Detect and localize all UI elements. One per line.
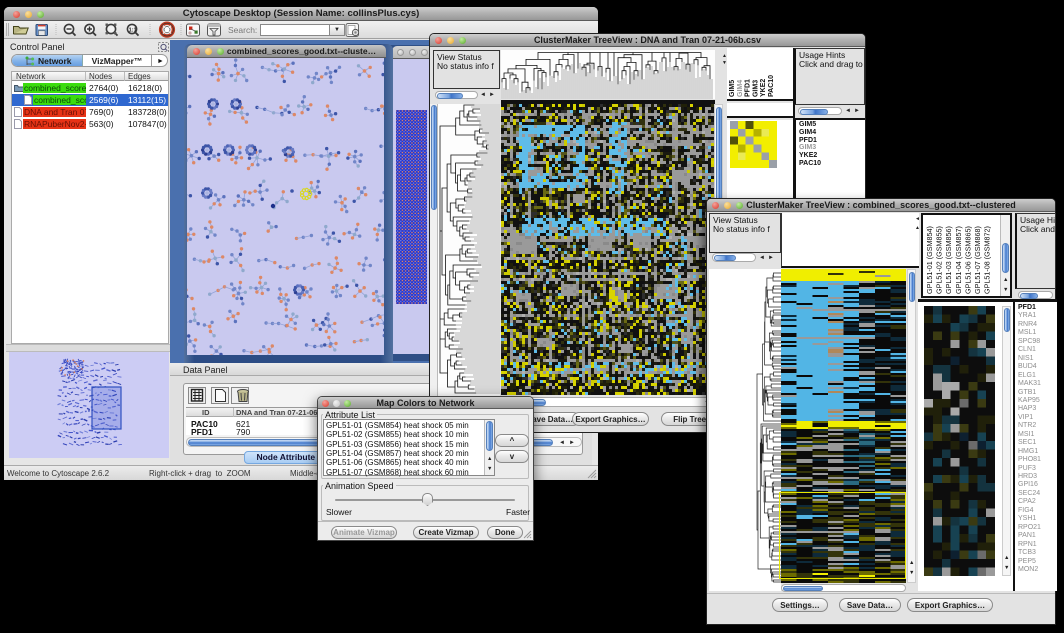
svg-text:GPL51-01 (GSM854): GPL51-01 (GSM854) [925,226,934,294]
svg-text:GPL51-08 (GSM872): GPL51-08 (GSM872) [983,226,992,294]
svg-text:YKE2: YKE2 [760,79,767,97]
svg-text:GIM4: GIM4 [737,80,744,97]
svg-text:PFD1: PFD1 [745,79,752,97]
svg-text:GIM5: GIM5 [729,80,736,97]
svg-text:PAC10: PAC10 [768,75,775,97]
svg-text:GPL51-03 (GSM856): GPL51-03 (GSM856) [944,226,953,294]
svg-text:GPL51-06 (GSM865): GPL51-06 (GSM865) [963,226,972,294]
svg-text:GPL51-02 (GSM855): GPL51-02 (GSM855) [935,226,944,294]
svg-text:GIM3: GIM3 [752,80,759,97]
svg-text:GPL51-04 (GSM857): GPL51-04 (GSM857) [954,226,963,294]
svg-text:GPL51-07 (GSM868): GPL51-07 (GSM868) [973,226,982,294]
svg-text:1:1: 1:1 [129,27,137,33]
